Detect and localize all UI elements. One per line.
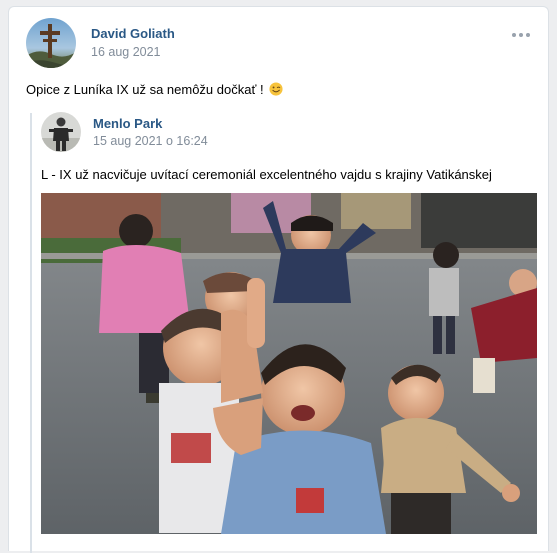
repost-divider <box>30 113 32 553</box>
more-options-icon[interactable] <box>512 31 530 39</box>
post-text: Opice z Luníka IX už sa nemôžu dočkať ! <box>26 82 283 97</box>
repost-text: L - IX už nacvičuje uvítací ceremoniál e… <box>41 167 492 182</box>
repost-author-name[interactable]: Menlo Park <box>93 116 162 131</box>
winking-face-emoji <box>269 82 283 96</box>
author-name[interactable]: David Goliath <box>91 26 175 41</box>
post-card: David Goliath 16 aug 2021 Opice z Luníka… <box>8 6 549 553</box>
repost-author-avatar[interactable] <box>41 112 81 152</box>
post-date[interactable]: 16 aug 2021 <box>91 45 161 59</box>
author-avatar[interactable] <box>26 18 76 68</box>
repost-date[interactable]: 15 aug 2021 o 16:24 <box>93 134 208 148</box>
repost-photo[interactable] <box>41 193 537 534</box>
post-text-content: Opice z Luníka IX už sa nemôžu dočkať ! <box>26 82 264 97</box>
